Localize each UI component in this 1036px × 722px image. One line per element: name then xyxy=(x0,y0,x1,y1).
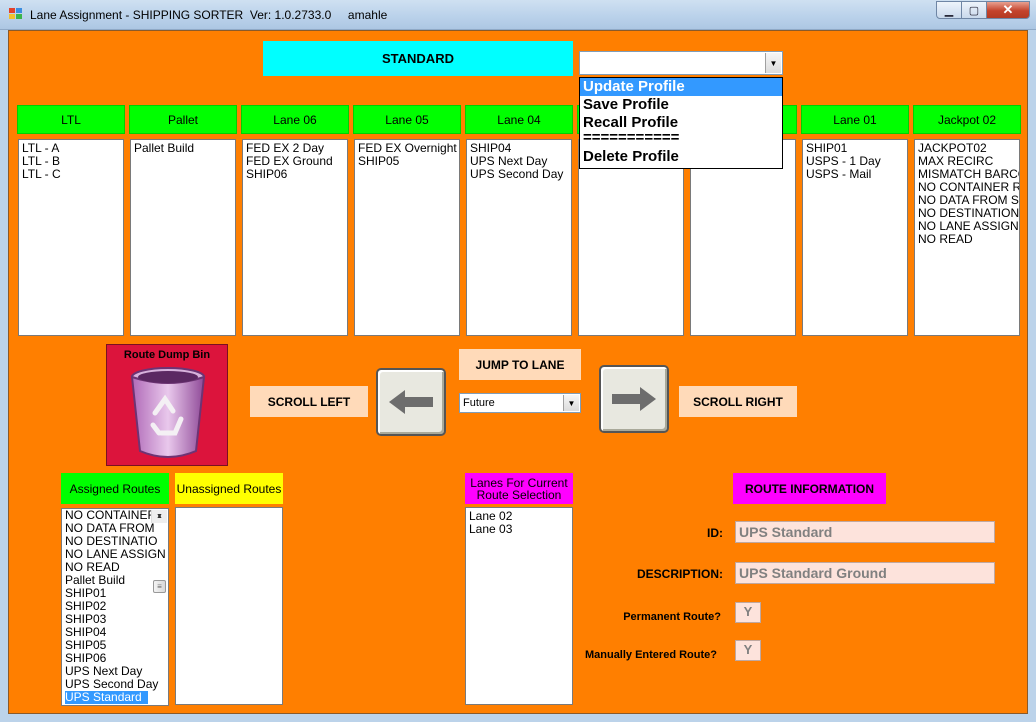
arrow-right-icon xyxy=(612,387,656,411)
lane-route-list[interactable]: JACKPOT02MAX RECIRCMISMATCH BARCODENO CO… xyxy=(914,139,1020,336)
main-panel: STANDARD ▼ LTL LTL - A LTL - B LTL - C Palle… xyxy=(8,30,1028,714)
list-item[interactable]: LTL - C xyxy=(22,168,120,181)
scroll-left-arrow-button[interactable] xyxy=(376,368,446,436)
lane-header[interactable]: Lane 01 xyxy=(801,105,909,134)
maximize-button[interactable]: ▢ xyxy=(961,1,987,19)
list-item[interactable]: SHIP05 xyxy=(358,155,456,168)
route-description-field[interactable]: UPS Standard Ground xyxy=(735,562,995,584)
lane-route-list[interactable]: LTL - A LTL - B LTL - C xyxy=(18,139,124,336)
list-item[interactable]: Pallet Build xyxy=(134,142,232,155)
route-id-field[interactable]: UPS Standard xyxy=(735,521,995,543)
list-item[interactable]: Lane 03 xyxy=(469,523,569,536)
lane-header[interactable]: Jackpot 02 xyxy=(913,105,1021,134)
permanent-route-label: Permanent Route? xyxy=(623,611,721,623)
jump-to-lane-value: Future xyxy=(463,397,495,409)
app-icon xyxy=(9,8,23,20)
profile-action-dropdown[interactable]: ▼ xyxy=(579,51,783,75)
route-id-label: ID: xyxy=(707,526,723,540)
menu-item-update-profile[interactable]: Update Profile xyxy=(580,78,782,96)
assigned-routes-list[interactable]: NO CONTAINER NO DATA FROM NO DESTINATIO NO … xyxy=(61,508,169,706)
lane-route-list[interactable]: SHIP04 UPS Next Day UPS Second Day xyxy=(466,139,572,336)
jump-to-lane-select[interactable]: Future ▼ xyxy=(459,393,581,413)
manual-route-field[interactable]: Y xyxy=(735,640,761,661)
menu-item-save-profile[interactable]: Save Profile xyxy=(580,96,782,114)
list-item[interactable]: SHIP06 xyxy=(246,168,344,181)
jump-to-lane-button[interactable]: JUMP TO LANE xyxy=(459,349,581,380)
recycle-bin-icon xyxy=(130,367,206,458)
lane-route-list[interactable]: FED EX Overnight SHIP05 xyxy=(354,139,460,336)
unassigned-routes-label: Unassigned Routes xyxy=(175,473,283,504)
scroll-right-arrow-button[interactable] xyxy=(599,365,669,433)
minimize-button[interactable]: ▁ xyxy=(936,1,962,19)
route-information-header: ROUTE INFORMATION xyxy=(733,473,886,504)
route-description-label: DESCRIPTION: xyxy=(636,567,723,581)
title-bar: Lane Assignment - SHIPPING SORTER Ver: 1… xyxy=(0,0,1036,30)
unassigned-routes-list[interactable] xyxy=(175,507,283,705)
scroll-left-button[interactable]: SCROLL LEFT xyxy=(250,386,368,417)
manual-route-label: Manually Entered Route? xyxy=(584,649,717,661)
list-item[interactable]: UPS Second Day xyxy=(470,168,568,181)
profile-name-button[interactable]: STANDARD xyxy=(263,41,573,76)
arrow-left-icon xyxy=(389,390,433,414)
route-dump-bin[interactable]: Route Dump Bin xyxy=(106,344,228,466)
assigned-routes-items: NO CONTAINER NO DATA FROM NO DESTINATIO NO … xyxy=(65,509,166,704)
lane-header[interactable]: Lane 04 xyxy=(465,105,573,134)
lane-route-list[interactable]: Pallet Build xyxy=(130,139,236,336)
lane-header[interactable]: Pallet xyxy=(129,105,237,134)
window-title: Lane Assignment - SHIPPING SORTER Ver: 1… xyxy=(30,8,388,22)
permanent-route-field[interactable]: Y xyxy=(735,602,761,623)
menu-separator: =========== xyxy=(583,129,680,146)
lane-route-list[interactable]: SHIP01 USPS - 1 Day USPS - Mail xyxy=(802,139,908,336)
chevron-down-icon[interactable]: ▼ xyxy=(765,53,781,73)
lane-header[interactable]: Lane 06 xyxy=(241,105,349,134)
assigned-routes-scrollbar[interactable]: ▲ ≡ ▼ xyxy=(151,510,167,593)
menu-item-delete-profile[interactable]: Delete Profile xyxy=(580,148,782,166)
list-item[interactable]: UPS Standard xyxy=(65,691,148,704)
assigned-routes-label: Assigned Routes xyxy=(61,473,169,504)
scroll-right-button[interactable]: SCROLL RIGHT xyxy=(679,386,797,417)
lane-header[interactable]: Lane 05 xyxy=(353,105,461,134)
list-item[interactable]: NO READ xyxy=(918,233,1016,246)
lanes-for-route-list[interactable]: Lane 02 Lane 03 xyxy=(465,507,573,705)
scroll-thumb[interactable]: ≡ xyxy=(153,580,166,593)
lanes-for-route-label-line2: Route Selection xyxy=(476,487,562,502)
chevron-down-icon[interactable]: ▼ xyxy=(563,395,579,411)
route-dump-bin-label: Route Dump Bin xyxy=(123,349,211,361)
profile-action-menu: Update Profile Save Profile Recall Profi… xyxy=(579,77,783,169)
lanes-for-route-label: Lanes For Current Route Selection xyxy=(465,473,573,504)
scroll-down-icon[interactable]: ▼ xyxy=(152,510,167,523)
list-item[interactable]: USPS - Mail xyxy=(806,168,904,181)
close-button[interactable]: ✕ xyxy=(986,1,1030,19)
profile-action-value xyxy=(580,56,583,70)
lane-route-list[interactable]: FED EX 2 Day FED EX Ground SHIP06 xyxy=(242,139,348,336)
lanes-for-route-label-line1: Lanes For Current xyxy=(470,475,568,490)
lane-header[interactable]: LTL xyxy=(17,105,125,134)
